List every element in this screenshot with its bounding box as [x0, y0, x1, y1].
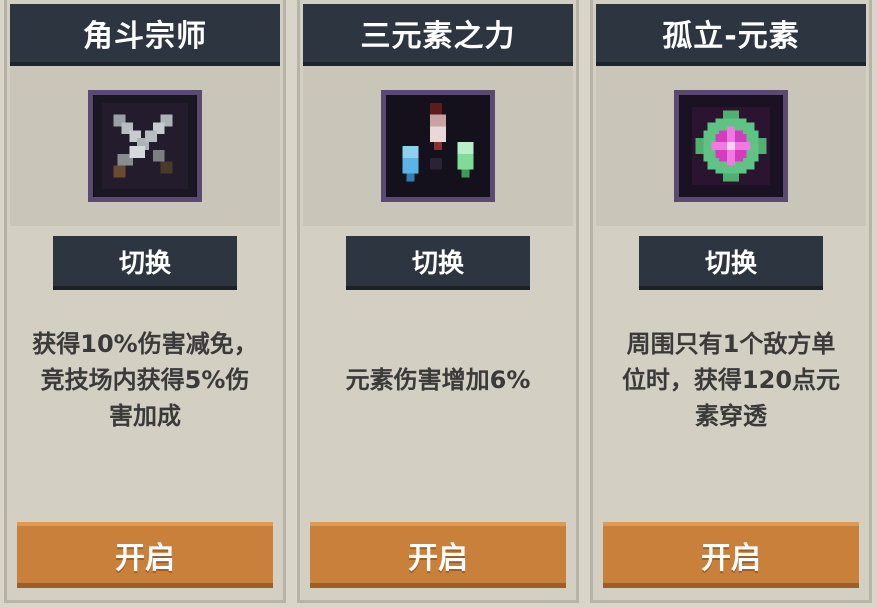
three-elements-icon — [381, 90, 495, 202]
card-title: 孤立-元素 — [596, 4, 866, 66]
card-description: 元素伤害增加6% — [345, 366, 531, 394]
open-button[interactable]: 开启 — [17, 522, 273, 588]
crossed-swords-icon — [88, 90, 202, 202]
open-button[interactable]: 开启 — [310, 522, 566, 588]
card-title: 角斗宗师 — [10, 4, 280, 66]
icon-panel — [596, 66, 866, 226]
icon-panel — [303, 66, 573, 226]
card-description: 获得10%伤害减免， 竞技场内获得5%伤 害加成 — [32, 330, 258, 430]
talent-card-three-elements: 三元素之力 切换 元素伤害增加6% 开启 — [297, 0, 579, 603]
talent-card-isolated-element: 孤立-元素 切换 周围只有1个敌方单 位时，获得120点元 素穿透 开启 — [590, 0, 872, 603]
switch-button[interactable]: 切换 — [346, 236, 530, 290]
card-title: 三元素之力 — [303, 4, 573, 66]
card-description: 周围只有1个敌方单 位时，获得120点元 素穿透 — [621, 330, 841, 430]
icon-panel — [10, 66, 280, 226]
switch-button[interactable]: 切换 — [639, 236, 823, 290]
open-button[interactable]: 开启 — [603, 522, 859, 588]
isolated-element-icon — [674, 90, 788, 202]
talent-card-gladiator-master: 角斗宗师 切换 获得10%伤害减免， 竞技场内获得5%伤 害加成 开启 — [4, 0, 286, 603]
switch-button[interactable]: 切换 — [53, 236, 237, 290]
